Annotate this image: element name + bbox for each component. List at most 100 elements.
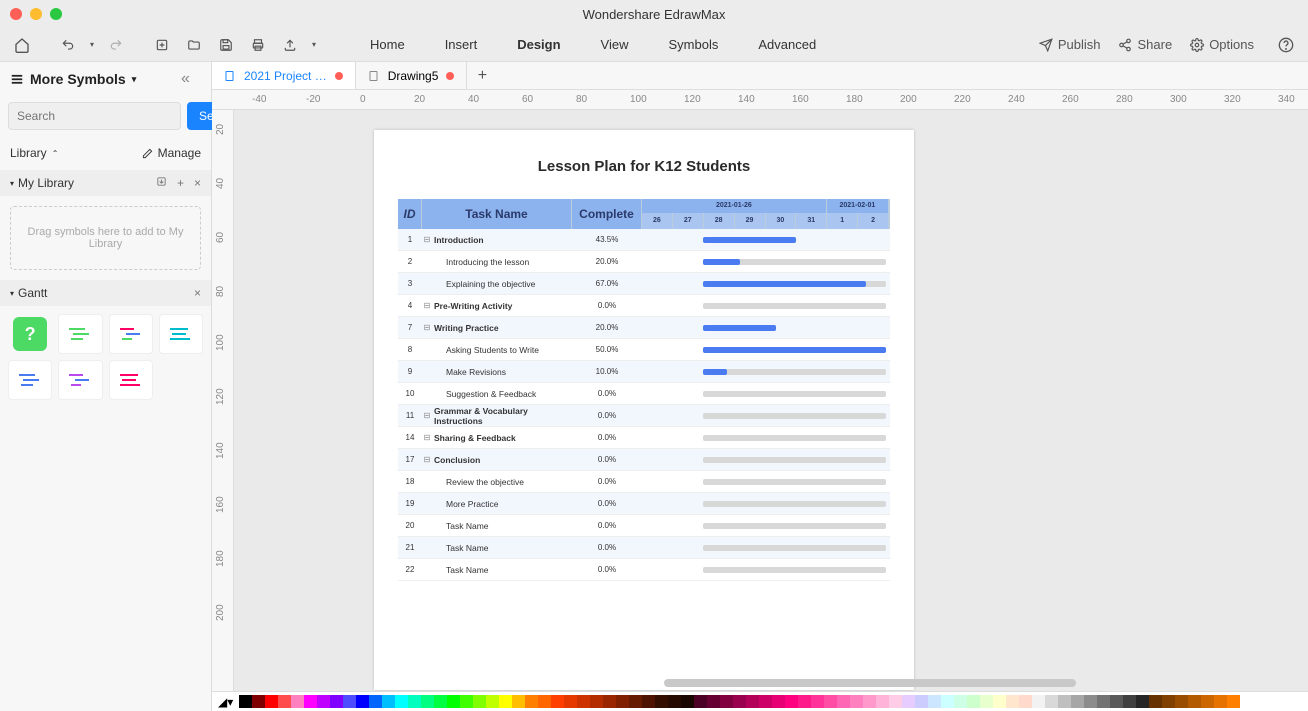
color-swatch[interactable] bbox=[629, 695, 642, 708]
menu-design[interactable]: Design bbox=[517, 37, 560, 52]
color-swatch[interactable] bbox=[1019, 695, 1032, 708]
color-swatch[interactable] bbox=[512, 695, 525, 708]
table-row[interactable]: 9Make Revisions10.0% bbox=[398, 361, 890, 383]
color-swatch[interactable] bbox=[395, 695, 408, 708]
color-swatch[interactable] bbox=[759, 695, 772, 708]
color-swatch[interactable] bbox=[733, 695, 746, 708]
color-swatch[interactable] bbox=[1058, 695, 1071, 708]
gantt-shape-1[interactable] bbox=[58, 314, 102, 354]
menu-symbols[interactable]: Symbols bbox=[669, 37, 719, 52]
table-row[interactable]: 20Task Name0.0% bbox=[398, 515, 890, 537]
color-swatch[interactable] bbox=[967, 695, 980, 708]
close-icon[interactable]: × bbox=[194, 176, 201, 190]
color-swatch[interactable] bbox=[850, 695, 863, 708]
menu-view[interactable]: View bbox=[601, 37, 629, 52]
table-row[interactable]: 7⊟Writing Practice20.0% bbox=[398, 317, 890, 339]
color-swatch[interactable] bbox=[954, 695, 967, 708]
color-swatch[interactable] bbox=[1227, 695, 1240, 708]
home-icon[interactable] bbox=[8, 31, 36, 59]
color-swatch[interactable] bbox=[1006, 695, 1019, 708]
window-zoom-button[interactable] bbox=[50, 8, 62, 20]
color-swatch[interactable] bbox=[603, 695, 616, 708]
search-input[interactable] bbox=[8, 102, 181, 130]
color-swatch[interactable] bbox=[408, 695, 421, 708]
color-swatch[interactable] bbox=[707, 695, 720, 708]
color-swatch[interactable] bbox=[1123, 695, 1136, 708]
color-swatch[interactable] bbox=[824, 695, 837, 708]
color-swatch[interactable] bbox=[915, 695, 928, 708]
color-swatch[interactable] bbox=[655, 695, 668, 708]
color-swatch[interactable] bbox=[785, 695, 798, 708]
color-swatch[interactable] bbox=[382, 695, 395, 708]
color-swatch[interactable] bbox=[1175, 695, 1188, 708]
color-swatch[interactable] bbox=[668, 695, 681, 708]
table-row[interactable]: 8Asking Students to Write50.0% bbox=[398, 339, 890, 361]
window-close-button[interactable] bbox=[10, 8, 22, 20]
color-swatch[interactable] bbox=[811, 695, 824, 708]
table-row[interactable]: 19More Practice0.0% bbox=[398, 493, 890, 515]
table-row[interactable]: 18Review the objective0.0% bbox=[398, 471, 890, 493]
help-shape[interactable]: ? bbox=[8, 314, 52, 354]
color-swatch[interactable] bbox=[1032, 695, 1045, 708]
add-tab-button[interactable]: + bbox=[467, 62, 497, 89]
color-swatch[interactable] bbox=[681, 695, 694, 708]
tab[interactable]: 2021 Project … bbox=[212, 62, 356, 89]
color-swatch[interactable] bbox=[993, 695, 1006, 708]
table-row[interactable]: 22Task Name0.0% bbox=[398, 559, 890, 581]
color-swatch[interactable] bbox=[616, 695, 629, 708]
options-button[interactable]: Options bbox=[1190, 37, 1254, 52]
gantt-shape-3[interactable] bbox=[159, 314, 203, 354]
color-swatch[interactable] bbox=[1214, 695, 1227, 708]
table-row[interactable]: 14⊟Sharing & Feedback0.0% bbox=[398, 427, 890, 449]
color-swatch[interactable] bbox=[499, 695, 512, 708]
color-swatch[interactable] bbox=[369, 695, 382, 708]
color-swatch[interactable] bbox=[1045, 695, 1058, 708]
share-button[interactable]: Share bbox=[1118, 37, 1172, 52]
color-swatch[interactable] bbox=[564, 695, 577, 708]
undo-button[interactable] bbox=[54, 31, 82, 59]
table-row[interactable]: 21Task Name0.0% bbox=[398, 537, 890, 559]
gantt-chart[interactable]: ID Task Name Complete 2021-01-262021-02-… bbox=[398, 199, 890, 581]
color-swatch[interactable] bbox=[577, 695, 590, 708]
window-minimize-button[interactable] bbox=[30, 8, 42, 20]
color-swatch[interactable] bbox=[837, 695, 850, 708]
color-swatch[interactable] bbox=[1136, 695, 1149, 708]
help-icon[interactable] bbox=[1272, 31, 1300, 59]
redo-button[interactable] bbox=[102, 31, 130, 59]
undo-dropdown[interactable]: ▾ bbox=[86, 31, 98, 59]
color-swatch[interactable] bbox=[798, 695, 811, 708]
gantt-shape-2[interactable] bbox=[109, 314, 153, 354]
color-swatch[interactable] bbox=[1188, 695, 1201, 708]
gantt-section[interactable]: ▾ Gantt × bbox=[0, 280, 211, 306]
add-icon[interactable]: + bbox=[177, 176, 184, 190]
mylibrary-section[interactable]: ▾ My Library + × bbox=[0, 170, 211, 196]
color-swatch[interactable] bbox=[304, 695, 317, 708]
color-swatch[interactable] bbox=[473, 695, 486, 708]
color-swatch[interactable] bbox=[889, 695, 902, 708]
gantt-shape-5[interactable] bbox=[58, 360, 102, 400]
print-button[interactable] bbox=[244, 31, 272, 59]
table-row[interactable]: 17⊟Conclusion0.0% bbox=[398, 449, 890, 471]
color-swatch[interactable] bbox=[980, 695, 993, 708]
color-swatch[interactable] bbox=[590, 695, 603, 708]
open-button[interactable] bbox=[180, 31, 208, 59]
color-swatch[interactable] bbox=[317, 695, 330, 708]
color-swatch[interactable] bbox=[694, 695, 707, 708]
color-swatch[interactable] bbox=[265, 695, 278, 708]
color-swatch[interactable] bbox=[1071, 695, 1084, 708]
import-icon[interactable] bbox=[156, 176, 167, 190]
color-swatch[interactable] bbox=[252, 695, 265, 708]
drop-zone[interactable]: Drag symbols here to add to My Library bbox=[10, 206, 201, 270]
color-swatch[interactable] bbox=[278, 695, 291, 708]
color-swatch[interactable] bbox=[941, 695, 954, 708]
fill-icon[interactable]: ◢▾ bbox=[218, 695, 233, 709]
page[interactable]: Lesson Plan for K12 Students ID Task Nam… bbox=[374, 130, 914, 690]
gantt-shape-4[interactable] bbox=[8, 360, 52, 400]
publish-button[interactable]: Publish bbox=[1039, 37, 1101, 52]
table-row[interactable]: 1⊟Introduction43.5% bbox=[398, 229, 890, 251]
color-swatch[interactable] bbox=[434, 695, 447, 708]
menu-home[interactable]: Home bbox=[370, 37, 405, 52]
export-button[interactable] bbox=[276, 31, 304, 59]
table-row[interactable]: 11⊟Grammar & Vocabulary Instructions0.0% bbox=[398, 405, 890, 427]
color-swatch[interactable] bbox=[1149, 695, 1162, 708]
